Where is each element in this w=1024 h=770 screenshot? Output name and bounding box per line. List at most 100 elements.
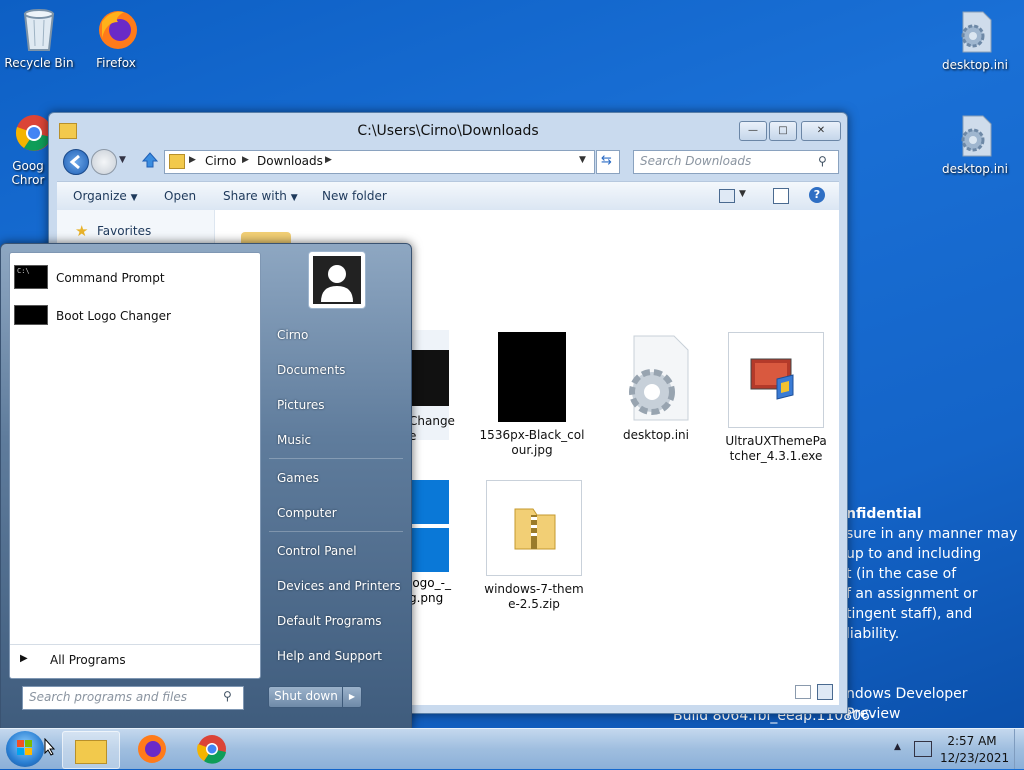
- start-item-pictures[interactable]: Pictures: [277, 398, 325, 412]
- divider: [269, 458, 403, 459]
- avatar: [313, 256, 361, 304]
- file-item[interactable]: desktop.ini: [601, 332, 711, 443]
- open-button[interactable]: Open: [164, 189, 196, 203]
- all-programs-button[interactable]: All Programs: [50, 653, 126, 667]
- chevron-down-icon[interactable]: ▼: [739, 189, 746, 199]
- back-button[interactable]: [63, 149, 89, 175]
- start-menu: C:\ Command Prompt Boot Logo Changer ▶ A…: [0, 243, 412, 730]
- up-arrow-icon[interactable]: [141, 151, 159, 169]
- start-item-games[interactable]: Games: [277, 471, 319, 485]
- watermark-line: up to and including: [846, 546, 982, 562]
- watermark-line: f an assignment or: [846, 586, 978, 602]
- program-boot-logo-changer[interactable]: Boot Logo Changer: [14, 301, 254, 331]
- desktop-icon-firefox[interactable]: Firefox: [78, 8, 154, 70]
- file-name: e-2.5.zip: [508, 597, 560, 611]
- file-name: 1536px-Black_col: [479, 428, 585, 442]
- start-search-input[interactable]: Search programs and files ⚲: [22, 686, 244, 710]
- settings-file-icon: [955, 114, 995, 158]
- chevron-right-icon: ▶: [325, 155, 332, 165]
- start-item-devices-printers[interactable]: Devices and Printers: [277, 579, 401, 593]
- organize-button[interactable]: Organize ▼: [73, 189, 138, 203]
- start-item-control-panel[interactable]: Control Panel: [277, 544, 357, 558]
- file-name: our.jpg: [511, 443, 553, 457]
- start-item-default-programs[interactable]: Default Programs: [277, 614, 382, 628]
- explorer-titlebar[interactable]: C:\Users\Cirno\Downloads — □ ✕: [49, 113, 847, 149]
- show-desktop-button[interactable]: [1014, 729, 1024, 769]
- forward-button[interactable]: [91, 149, 117, 175]
- refresh-icon: ⇆: [601, 153, 612, 168]
- file-name: desktop.ini: [623, 428, 689, 442]
- file-name: logo_-_: [409, 576, 451, 590]
- start-item-music[interactable]: Music: [277, 433, 311, 447]
- recent-pages-dropdown[interactable]: ▼: [119, 155, 126, 165]
- preview-pane-icon[interactable]: [773, 188, 789, 204]
- search-box[interactable]: Search Downloads ⚲: [633, 150, 839, 174]
- minimize-button[interactable]: —: [739, 121, 767, 141]
- desktop-icon-desktop-ini[interactable]: desktop.ini: [937, 10, 1013, 72]
- user-picture-frame[interactable]: [308, 251, 366, 309]
- chevron-right-icon: ▶: [189, 155, 196, 165]
- firefox-icon: [96, 8, 137, 52]
- address-dropdown-icon[interactable]: ▼: [579, 155, 586, 165]
- search-icon: ⚲: [818, 154, 827, 168]
- windows-logo-icon: [17, 740, 32, 755]
- nav-favorites[interactable]: Favorites: [97, 224, 151, 238]
- help-icon[interactable]: ?: [809, 187, 825, 203]
- mouse-cursor: [44, 737, 56, 759]
- watermark-line: sure in any manner may: [846, 526, 1018, 542]
- chevron-down-icon: ▼: [130, 193, 138, 203]
- clock-time[interactable]: 2:57 AM: [940, 734, 1004, 748]
- watermark-heading: nfidential: [846, 506, 922, 522]
- search-placeholder: Search programs and files: [29, 690, 187, 704]
- program-command-prompt[interactable]: C:\ Command Prompt: [14, 263, 254, 293]
- file-name: Change: [409, 414, 455, 428]
- exe-thumbnail: [728, 332, 824, 428]
- organize-label: Organize: [73, 189, 127, 203]
- file-item[interactable]: 1536px-Black_col our.jpg: [477, 332, 587, 458]
- app-icon: [14, 305, 48, 325]
- desktop-icon-label: desktop.ini: [942, 58, 1008, 72]
- refresh-button[interactable]: ⇆: [596, 150, 620, 174]
- taskbar-explorer[interactable]: [62, 731, 120, 769]
- view-icon[interactable]: [719, 189, 735, 203]
- recycle-bin-icon: [19, 8, 59, 52]
- address-bar[interactable]: ▶ Cirno ▶ Downloads ▶ ▼: [164, 150, 595, 174]
- file-item[interactable]: windows-7-them e-2.5.zip: [479, 480, 589, 612]
- breadcrumb-item[interactable]: Downloads: [257, 154, 323, 168]
- start-item-help-support[interactable]: Help and Support: [277, 649, 382, 663]
- terminal-icon: C:\: [14, 265, 48, 289]
- start-item-user[interactable]: Cirno: [277, 328, 308, 342]
- close-button[interactable]: ✕: [801, 121, 841, 141]
- maximize-button[interactable]: □: [769, 121, 797, 141]
- shutdown-options-button[interactable]: ▶: [342, 686, 362, 708]
- start-item-documents[interactable]: Documents: [277, 363, 345, 377]
- watermark-line: liability.: [846, 626, 900, 642]
- file-thumbnail[interactable]: [409, 480, 449, 572]
- shutdown-button[interactable]: Shut down: [268, 686, 344, 708]
- folder-icon: [169, 154, 185, 169]
- desktop-icon-recycle-bin[interactable]: Recycle Bin: [1, 8, 77, 70]
- share-with-label: Share with: [223, 189, 287, 203]
- details-view-icon[interactable]: [795, 685, 811, 699]
- desktop-icon-desktop-ini[interactable]: desktop.ini: [937, 114, 1013, 176]
- start-button[interactable]: [6, 731, 44, 767]
- taskbar-chrome[interactable]: [184, 731, 240, 767]
- clock-date[interactable]: 12/23/2021: [940, 751, 1009, 765]
- chevron-right-icon: ▶: [242, 155, 249, 165]
- taskbar-firefox[interactable]: [124, 731, 180, 767]
- network-icon[interactable]: [914, 741, 932, 757]
- file-name: windows-7-them: [484, 582, 584, 596]
- desktop-icon-label: desktop.ini: [942, 162, 1008, 176]
- breadcrumb-item[interactable]: Cirno: [205, 154, 236, 168]
- zip-folder-icon: [486, 480, 582, 576]
- watermark-line: tingent staff), and: [846, 606, 973, 622]
- window-title: C:\Users\Cirno\Downloads: [357, 123, 539, 139]
- file-item[interactable]: UltraUXThemePa tcher_4.3.1.exe: [721, 332, 831, 464]
- share-with-button[interactable]: Share with ▼: [223, 189, 298, 203]
- large-icons-view-icon[interactable]: [817, 684, 833, 700]
- tray-expand-icon[interactable]: ▲: [894, 742, 901, 752]
- image-thumbnail: [498, 332, 566, 422]
- new-folder-button[interactable]: New folder: [322, 189, 387, 203]
- start-item-computer[interactable]: Computer: [277, 506, 337, 520]
- file-name: UltraUXThemePa: [725, 434, 827, 448]
